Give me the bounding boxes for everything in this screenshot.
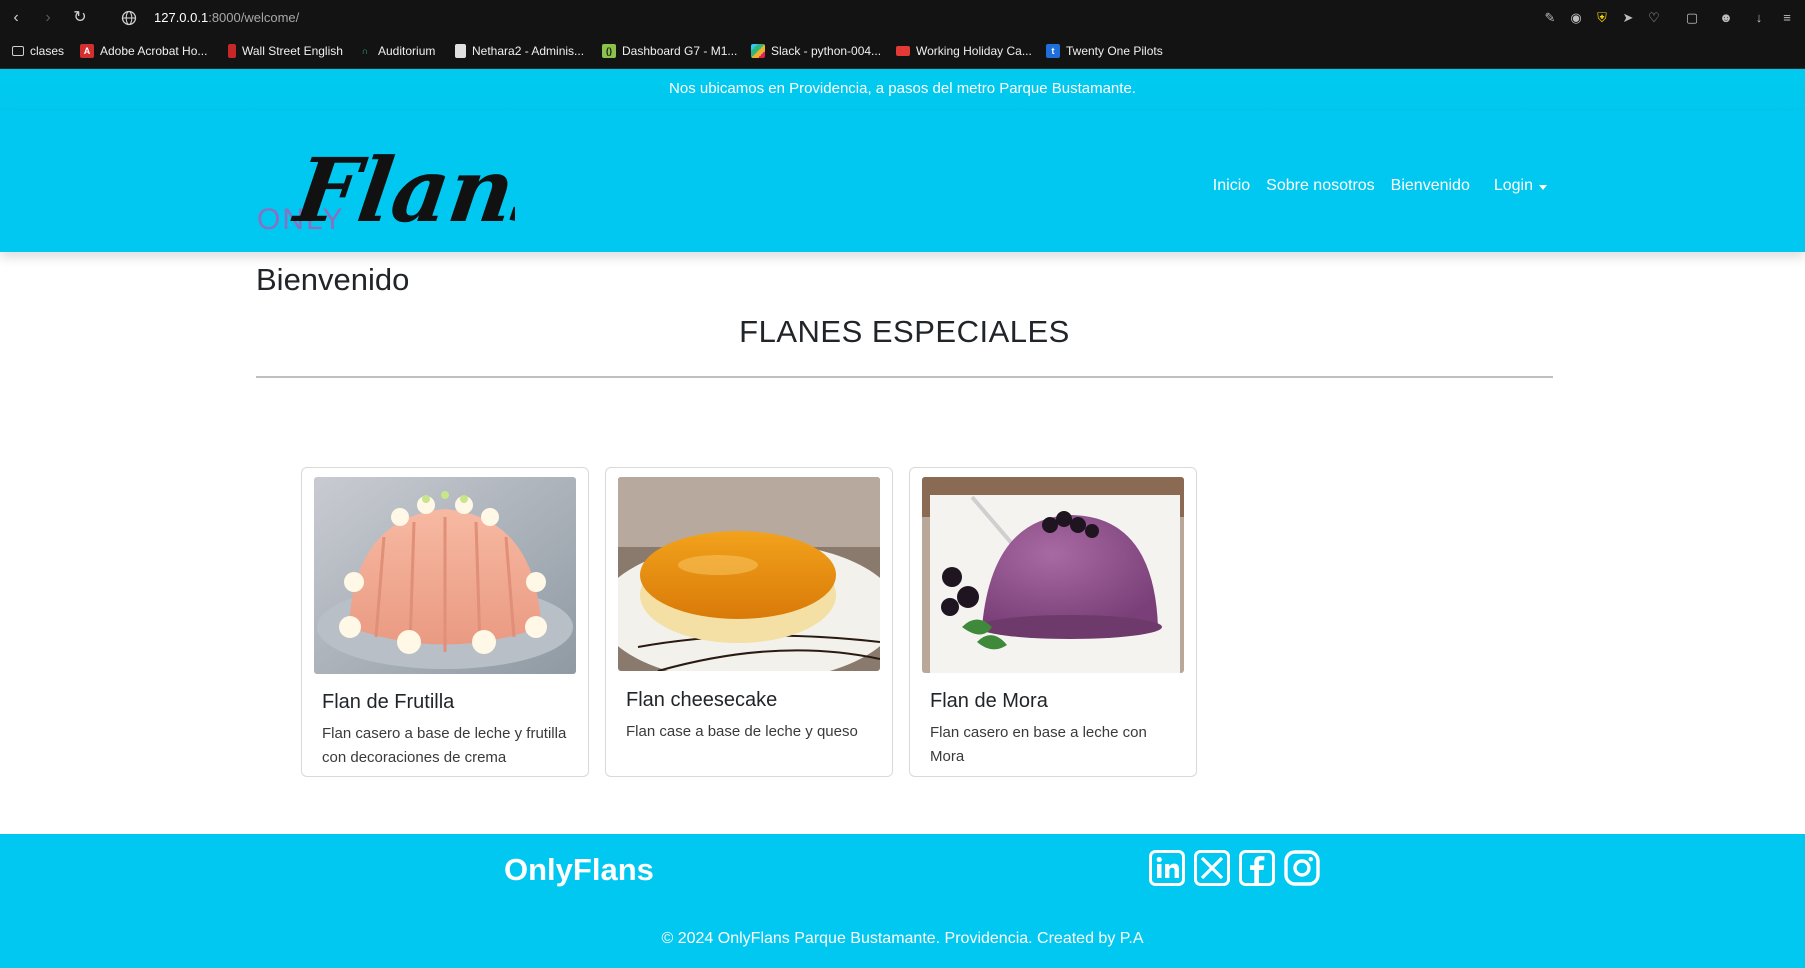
flan-frutilla-image <box>314 477 576 674</box>
back-icon[interactable]: ‹ <box>6 8 26 28</box>
bookmark-clases[interactable]: clases <box>12 42 64 60</box>
instagram-icon[interactable] <box>1284 850 1320 886</box>
flan-mora-image <box>922 477 1184 673</box>
bookmark-slack[interactable]: Slack - python-004... <box>751 42 881 60</box>
bookmark-label: Dashboard G7 - M1... <box>622 44 738 58</box>
card-text: Flan casero en base a leche con Mora <box>930 724 1147 765</box>
menu-icon[interactable]: ≡ <box>1778 9 1796 27</box>
bookmark-label: Auditorium <box>378 44 436 58</box>
site-info-icon[interactable] <box>120 9 138 27</box>
bookmark-label: Wall Street English <box>242 44 343 58</box>
bookmark-label: Adobe Acrobat Ho... <box>100 44 208 58</box>
bookmark-top[interactable]: t Twenty One Pilots <box>1046 42 1163 60</box>
whc-icon <box>896 46 910 56</box>
bookmark-dashboard[interactable]: () Dashboard G7 - M1... <box>602 42 737 60</box>
forward-icon[interactable]: › <box>38 8 58 28</box>
facebook-icon[interactable] <box>1239 850 1275 886</box>
nav-sobre-nosotros[interactable]: Sobre nosotros <box>1266 177 1375 195</box>
bookmark-whc[interactable]: Working Holiday Ca... <box>896 42 1032 60</box>
card-title: Flan de Frutilla <box>322 691 455 713</box>
announcement-bar: Nos ubicamos en Providencia, a pasos del… <box>0 69 1805 111</box>
camera-icon[interactable]: ◉ <box>1567 9 1585 27</box>
auditorium-icon: ∩ <box>361 46 369 56</box>
caret-down-icon <box>1539 184 1547 190</box>
send-icon[interactable]: ➤ <box>1619 9 1637 27</box>
logo-script-text: Flans <box>286 138 515 241</box>
footer-brand: OnlyFlans <box>504 852 654 887</box>
page-title: Bienvenido <box>256 262 410 297</box>
card-title: Flan cheesecake <box>626 689 778 711</box>
site-navbar: ONLY Flans Inicio Sobre nosotros Bienven… <box>0 111 1805 252</box>
divider <box>256 376 1553 378</box>
browser-toolbar: ‹ › ↻ 127.0.0.1:8000/welcome/ ✎ ◉ ⛨ ➤ ♡ … <box>0 0 1805 36</box>
heart-icon[interactable]: ♡ <box>1645 9 1663 27</box>
shield-icon[interactable]: ⛨ <box>1593 9 1611 27</box>
bookmark-label: Slack - python-004... <box>771 44 882 58</box>
dashboard-icon: () <box>602 44 616 58</box>
edit-icon[interactable]: ✎ <box>1541 9 1559 27</box>
social-links <box>1149 850 1320 886</box>
section-title: FLANES ESPECIALES <box>739 314 1070 349</box>
card-text: Flan case a base de leche y queso <box>626 723 858 740</box>
bookmark-nethara[interactable]: Nethara2 - Adminis... <box>455 42 584 60</box>
url-path: :8000/welcome/ <box>208 10 300 25</box>
cube-icon[interactable]: ▢ <box>1683 9 1701 27</box>
bookmark-label: clases <box>30 44 65 58</box>
footer-copyright: © 2024 OnlyFlans Parque Bustamante. Prov… <box>661 930 1144 947</box>
url-host: 127.0.0.1 <box>154 10 209 25</box>
nav-bienvenido[interactable]: Bienvenido <box>1391 177 1470 195</box>
bookmark-auditorium[interactable]: ∩ Auditorium <box>358 42 436 60</box>
bookmark-label: Nethara2 - Adminis... <box>472 44 585 58</box>
flan-card[interactable]: Flan de Mora Flan casero en base a leche… <box>909 467 1197 777</box>
flan-card[interactable]: Flan cheesecake Flan case a base de lech… <box>605 467 893 777</box>
x-twitter-icon[interactable] <box>1194 850 1230 886</box>
login-label: Login <box>1493 177 1533 194</box>
profile-icon[interactable]: ☻ <box>1717 9 1735 27</box>
bookmark-label: Twenty One Pilots <box>1066 44 1163 58</box>
nav-inicio[interactable]: Inicio <box>1213 177 1250 195</box>
flan-card[interactable]: Flan de Frutilla Flan casero a base de l… <box>301 467 589 777</box>
login-dropdown[interactable]: Login <box>1494 177 1547 195</box>
main-nav: Inicio Sobre nosotros Bienvenido Login <box>1213 177 1547 195</box>
acrobat-icon: A <box>80 44 94 58</box>
tumblr-icon: t <box>1046 44 1060 58</box>
flan-cheesecake-image <box>618 477 880 671</box>
site-footer: OnlyFlans © 2024 OnlyFlans Parque Bustam… <box>0 834 1805 968</box>
download-icon[interactable]: ↓ <box>1750 9 1768 27</box>
reload-icon[interactable]: ↻ <box>70 8 90 28</box>
onlyflans-logo[interactable]: ONLY Flans <box>255 131 515 243</box>
card-title: Flan de Mora <box>930 690 1048 712</box>
bookmark-acrobat[interactable]: A Adobe Acrobat Ho... <box>80 42 207 60</box>
folder-icon <box>12 46 24 56</box>
slack-icon <box>751 44 765 58</box>
address-bar[interactable]: 127.0.0.1:8000/welcome/ <box>154 10 299 25</box>
wse-icon <box>228 44 236 58</box>
linkedin-icon[interactable] <box>1149 850 1185 886</box>
document-icon <box>455 44 466 58</box>
bookmark-label: Working Holiday Ca... <box>916 44 1032 58</box>
bookmark-wse[interactable]: Wall Street English <box>228 42 343 60</box>
card-text: Flan casero a base de leche y frutilla c… <box>322 725 567 766</box>
announcement-text: Nos ubicamos en Providencia, a pasos del… <box>669 80 1136 97</box>
